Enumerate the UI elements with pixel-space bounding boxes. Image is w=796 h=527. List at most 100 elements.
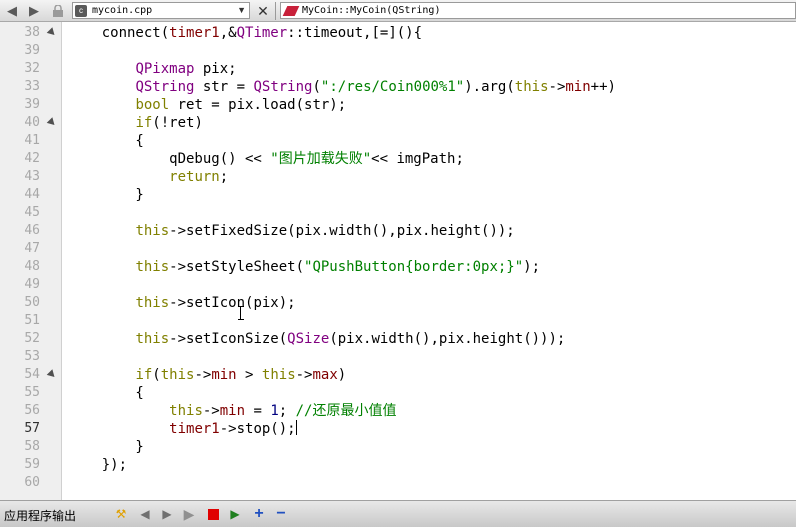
fold-marker-icon[interactable] (46, 369, 58, 380)
code-token: { (68, 385, 144, 401)
code-line[interactable]: 38 connect(timer1,&QTimer::timeout,[=]()… (0, 24, 796, 42)
zoom-out-icon[interactable]: − (274, 505, 288, 522)
code-token: bool (135, 97, 170, 113)
prev-icon[interactable]: ◀ (138, 507, 152, 521)
code-editor[interactable]: 38 connect(timer1,&QTimer::timeout,[=]()… (0, 22, 796, 500)
code-line[interactable]: 59 }); (0, 456, 796, 474)
code-token: ++) (590, 79, 616, 95)
code-text: return; (68, 168, 228, 186)
toolbar-separator (275, 2, 276, 20)
line-number: 32 (24, 61, 40, 76)
code-line[interactable]: 60 (0, 474, 796, 492)
code-token: this (514, 79, 549, 95)
code-token: ->setIcon(pix); (169, 295, 296, 311)
code-token: this (261, 367, 296, 383)
code-text: if(!ret) (68, 114, 203, 132)
code-token: ) (337, 367, 347, 383)
run-icon[interactable]: ▶ (182, 506, 196, 522)
code-line[interactable]: 48 this->setStyleSheet("QPushButton{bord… (0, 258, 796, 276)
zoom-in-icon[interactable]: + (252, 505, 266, 522)
code-token: (pix.width(),pix.height())); (329, 331, 566, 347)
next-icon[interactable]: ▶ (160, 507, 174, 521)
code-token: = (245, 403, 271, 419)
code-line[interactable]: 40 if(!ret) (0, 114, 796, 132)
line-number: 50 (24, 295, 40, 310)
code-text: QPixmap pix; (68, 60, 237, 78)
code-token: ( (312, 79, 321, 95)
code-line[interactable]: 57 timer1->stop(); (0, 420, 796, 438)
code-line[interactable]: 43 return; (0, 168, 796, 186)
line-number: 60 (24, 475, 40, 490)
code-line[interactable]: 50 this->setIcon(pix); (0, 294, 796, 312)
code-token: this (135, 331, 170, 347)
code-text: } (68, 186, 143, 204)
line-number: 39 (24, 43, 40, 58)
code-line[interactable]: 55 { (0, 384, 796, 402)
code-line[interactable]: 56 this->min = 1; //还原最小值值 (0, 402, 796, 420)
back-arrow-icon[interactable]: ◀ (4, 0, 20, 22)
output-pane-bar: 应用程序输出 ⚒ ◀ ▶ ▶ ▶ + − (0, 500, 796, 527)
code-line[interactable]: 41 { (0, 132, 796, 150)
chevron-down-icon[interactable]: ▼ (237, 5, 246, 15)
build-icon[interactable]: ⚒ (114, 507, 128, 521)
line-number: 59 (24, 457, 40, 472)
stop-icon[interactable] (206, 507, 220, 521)
code-line[interactable]: 42 qDebug() << "图片加载失败"<< imgPath; (0, 150, 796, 168)
forward-arrow-icon[interactable]: ▶ (26, 0, 42, 22)
line-number: 46 (24, 223, 40, 238)
code-line[interactable]: 51 (0, 312, 796, 330)
function-name: MyCoin::MyCoin(QString) (302, 5, 441, 16)
line-number: 45 (24, 205, 40, 220)
code-line[interactable]: 52 this->setIconSize(QSize(pix.width(),p… (0, 330, 796, 348)
code-text: bool ret = pix.load(str); (68, 96, 346, 114)
code-line[interactable]: 54 if(this->min > this->max) (0, 366, 796, 384)
attach-icon[interactable]: ▶ (228, 507, 242, 521)
lock-icon (50, 0, 66, 22)
output-pane-label[interactable]: 应用程序输出 (4, 507, 76, 524)
code-line[interactable]: 53 (0, 348, 796, 366)
code-token: qDebug() << (68, 151, 271, 167)
line-number: 38 (24, 25, 40, 40)
code-line[interactable]: 46 this->setFixedSize(pix.width(),pix.he… (0, 222, 796, 240)
code-line[interactable]: 49 (0, 276, 796, 294)
line-number: 41 (24, 133, 40, 148)
editor-toolbar: ◀ ▶ c mycoin.cpp ▼ ✕ MyCoin::MyCoin(QStr… (0, 0, 796, 22)
code-line[interactable]: 44 } (0, 186, 796, 204)
code-token: min (565, 79, 591, 95)
line-number: 40 (24, 115, 40, 130)
code-line[interactable]: 32 QPixmap pix; (0, 60, 796, 78)
code-token: ).arg( (464, 79, 515, 95)
function-selector[interactable]: MyCoin::MyCoin(QString) (280, 2, 796, 19)
file-selector[interactable]: c mycoin.cpp ▼ (72, 2, 250, 19)
code-line[interactable]: 45 (0, 204, 796, 222)
method-icon (282, 5, 300, 16)
code-token: ->stop(); (219, 421, 296, 437)
code-token: (!ret) (152, 115, 203, 131)
code-text: qDebug() << "图片加载失败"<< imgPath; (68, 150, 464, 168)
code-line[interactable]: 39 bool ret = pix.load(str); (0, 96, 796, 114)
code-token: return (169, 169, 220, 185)
code-token: > (236, 367, 262, 383)
code-token: if (135, 367, 153, 383)
close-icon[interactable]: ✕ (254, 0, 272, 22)
code-token: pix; (194, 61, 237, 77)
line-number: 55 (24, 385, 40, 400)
code-text: this->setIcon(pix); (68, 294, 296, 312)
code-token: QSize (287, 331, 330, 347)
line-number: 52 (24, 331, 40, 346)
fold-marker-icon[interactable] (46, 117, 58, 128)
code-line[interactable]: 58 } (0, 438, 796, 456)
code-token: this (135, 259, 170, 275)
code-token: min (219, 403, 246, 419)
code-token: ::timeout,[=](){ (287, 25, 423, 41)
fold-marker-icon[interactable] (46, 27, 58, 38)
code-line[interactable]: 47 (0, 240, 796, 258)
code-line[interactable]: 33 QString str = QString(":/res/Coin000%… (0, 78, 796, 96)
code-line[interactable]: 39 (0, 42, 796, 60)
code-token: ( (152, 367, 161, 383)
